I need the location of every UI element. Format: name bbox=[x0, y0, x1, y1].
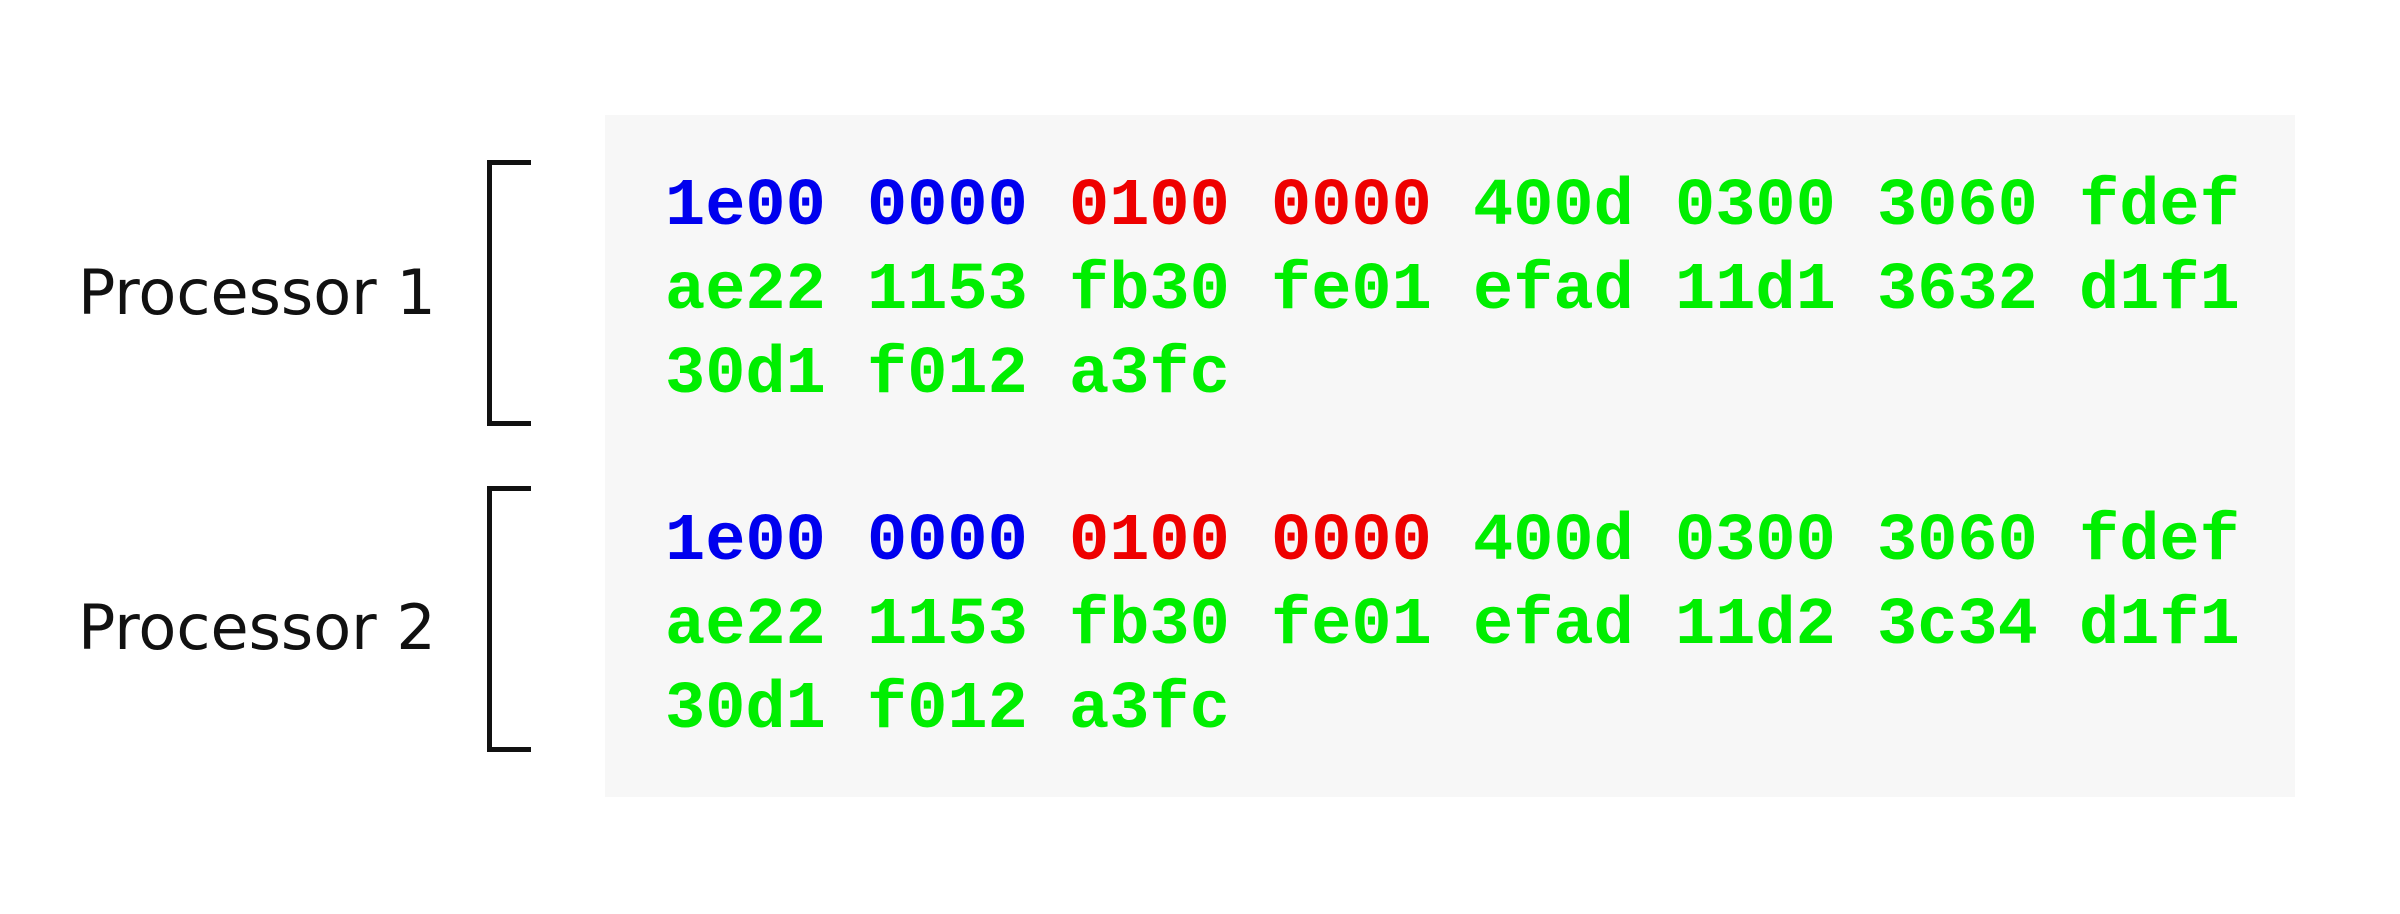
hex-word: 0000 bbox=[867, 169, 1028, 245]
hex-word: d1f1 bbox=[2079, 253, 2240, 329]
hex-word: efad bbox=[1473, 253, 1634, 329]
hex-word: 11d2 bbox=[1675, 588, 1836, 664]
hex-word: 3632 bbox=[1877, 253, 2038, 329]
hex-word: fdef bbox=[2079, 169, 2240, 245]
processor-2-label: Processor 2 bbox=[78, 591, 436, 664]
hex-word: 0300 bbox=[1675, 169, 1836, 245]
processor-1-label: Processor 1 bbox=[78, 256, 436, 329]
hex-word: 0300 bbox=[1675, 504, 1836, 580]
hex-word: ae22 bbox=[665, 588, 826, 664]
processor-2-hex-block: 1e00 0000 0100 0000 400d 0300 3060 fdef ae22 1153… bbox=[665, 500, 2281, 752]
hex-word: 0100 bbox=[1069, 504, 1230, 580]
hex-line: 30d1 f012 a3fc bbox=[665, 333, 2281, 417]
hex-word: fb30 bbox=[1069, 588, 1230, 664]
hex-word: a3fc bbox=[1069, 337, 1230, 413]
hex-line: 1e00 0000 0100 0000 400d 0300 3060 fdef bbox=[665, 165, 2281, 249]
hex-word: fe01 bbox=[1271, 253, 1432, 329]
hex-word: 3c34 bbox=[1877, 588, 2038, 664]
hex-word: 1153 bbox=[867, 253, 1028, 329]
hex-word: f012 bbox=[867, 337, 1028, 413]
hex-word: 11d1 bbox=[1675, 253, 1836, 329]
hex-word: 0100 bbox=[1069, 169, 1230, 245]
hex-word: 400d bbox=[1473, 504, 1634, 580]
hex-word: 1153 bbox=[867, 588, 1028, 664]
hex-word: fe01 bbox=[1271, 588, 1432, 664]
hex-word: 30d1 bbox=[665, 672, 826, 748]
hex-line: ae22 1153 fb30 fe01 efad 11d2 3c34 d1f1 bbox=[665, 584, 2281, 668]
hex-line: 30d1 f012 a3fc bbox=[665, 668, 2281, 752]
hex-line: 1e00 0000 0100 0000 400d 0300 3060 fdef bbox=[665, 500, 2281, 584]
hex-word: 3060 bbox=[1877, 169, 2038, 245]
hex-word: f012 bbox=[867, 672, 1028, 748]
hex-word: 0000 bbox=[867, 504, 1028, 580]
hex-word: efad bbox=[1473, 588, 1634, 664]
hex-word: fdef bbox=[2079, 504, 2240, 580]
hex-word: 1e00 bbox=[665, 169, 826, 245]
hex-word: 400d bbox=[1473, 169, 1634, 245]
hex-line: ae22 1153 fb30 fe01 efad 11d1 3632 d1f1 bbox=[665, 249, 2281, 333]
hex-word: ae22 bbox=[665, 253, 826, 329]
hex-word: d1f1 bbox=[2079, 588, 2240, 664]
hex-word: a3fc bbox=[1069, 672, 1230, 748]
processor-2-bracket bbox=[487, 486, 531, 752]
processor-1-hex-block: 1e00 0000 0100 0000 400d 0300 3060 fdef ae22 1153… bbox=[665, 165, 2281, 417]
processor-1-bracket bbox=[487, 160, 531, 426]
hex-word: 30d1 bbox=[665, 337, 826, 413]
hex-word: fb30 bbox=[1069, 253, 1230, 329]
hex-word: 3060 bbox=[1877, 504, 2038, 580]
hex-word: 1e00 bbox=[665, 504, 826, 580]
hex-word: 0000 bbox=[1271, 504, 1432, 580]
hex-word: 0000 bbox=[1271, 169, 1432, 245]
